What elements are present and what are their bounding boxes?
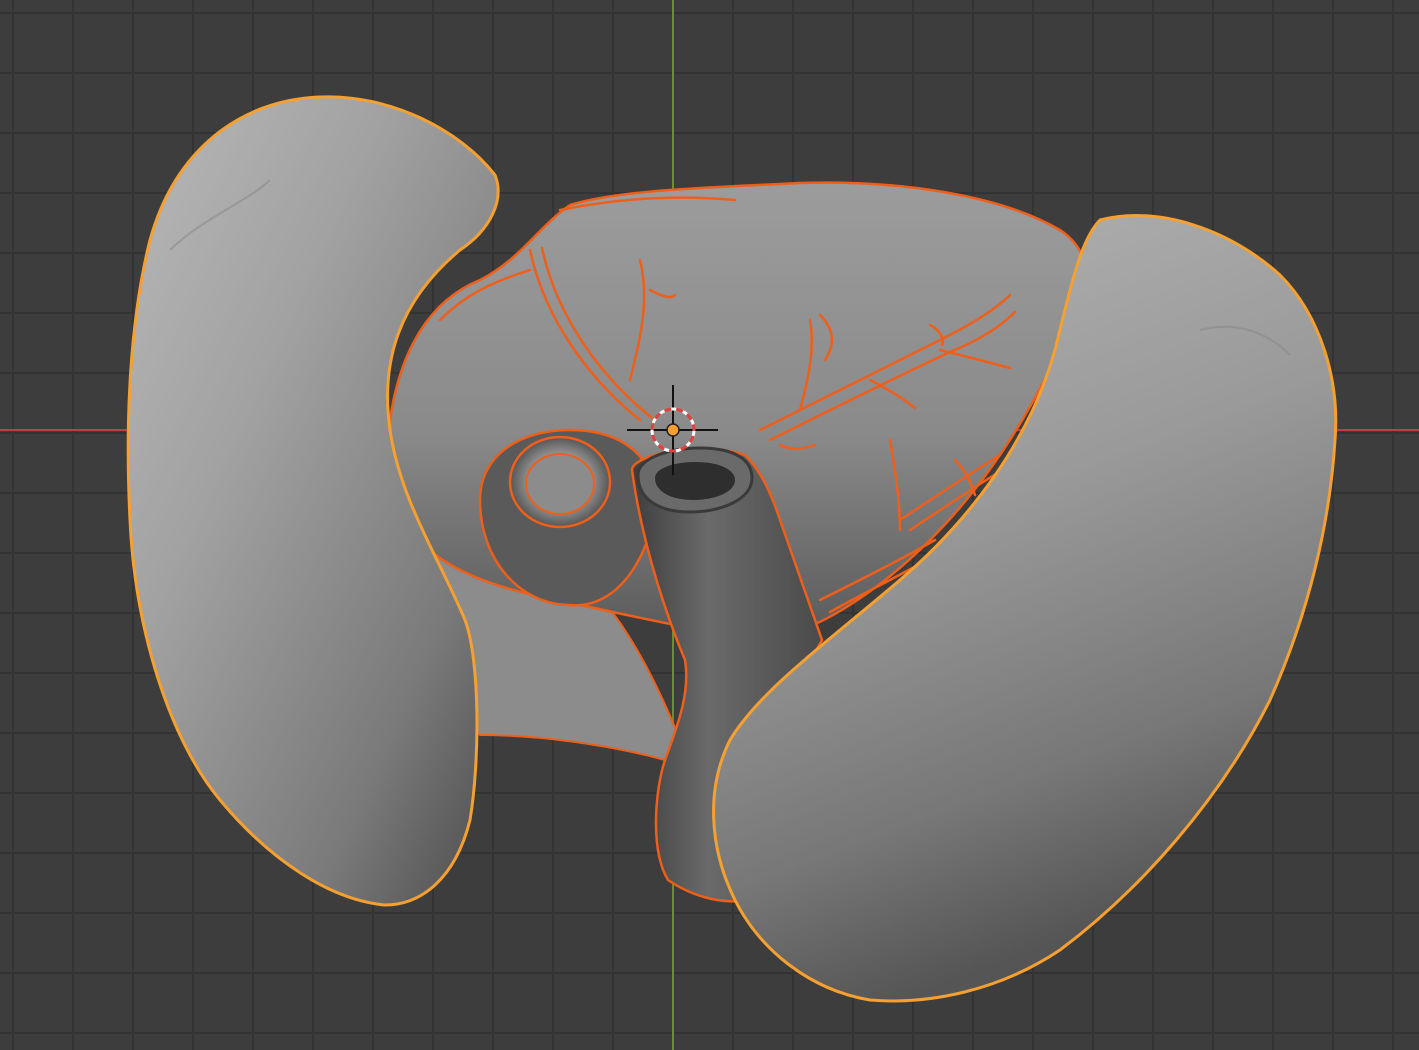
3d-viewport[interactable] bbox=[0, 0, 1419, 1050]
scene-canvas[interactable] bbox=[0, 0, 1419, 1050]
object-origin-dot[interactable] bbox=[666, 423, 680, 437]
